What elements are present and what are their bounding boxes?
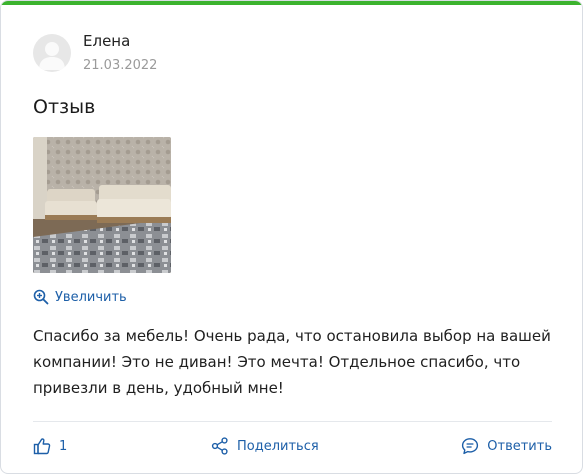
sofa-room-photo: [33, 137, 171, 273]
top-accent-bar: [1, 1, 582, 5]
review-header: Елена 21.03.2022: [33, 31, 157, 75]
like-button[interactable]: 1: [33, 437, 67, 455]
zoom-in-icon: [33, 289, 49, 305]
divider: [33, 421, 552, 422]
review-date: 21.03.2022: [83, 58, 158, 73]
review-actions: 1 Поделиться Ответить: [33, 437, 552, 463]
author-name: Елена: [83, 32, 131, 50]
share-icon: [211, 437, 228, 455]
reply-label: Ответить: [487, 438, 552, 454]
review-card: Елена 21.03.2022 Отзыв Увеличить Спасибо…: [0, 0, 583, 474]
review-photo[interactable]: [33, 137, 171, 273]
comment-icon: [462, 438, 479, 455]
author-block: Елена 21.03.2022: [83, 31, 157, 75]
zoom-link-label: Увеличить: [55, 289, 127, 305]
thumbs-up-icon: [33, 438, 51, 455]
review-title: Отзыв: [33, 96, 96, 118]
share-button[interactable]: Поделиться: [211, 437, 319, 455]
like-count: 1: [59, 438, 68, 454]
zoom-link[interactable]: Увеличить: [33, 289, 127, 305]
review-text: Спасибо за мебель! Очень рада, что остан…: [33, 327, 551, 397]
user-silhouette-icon: [39, 42, 65, 70]
reply-button[interactable]: Ответить: [461, 437, 552, 455]
avatar: [33, 34, 71, 72]
share-label: Поделиться: [237, 438, 319, 454]
